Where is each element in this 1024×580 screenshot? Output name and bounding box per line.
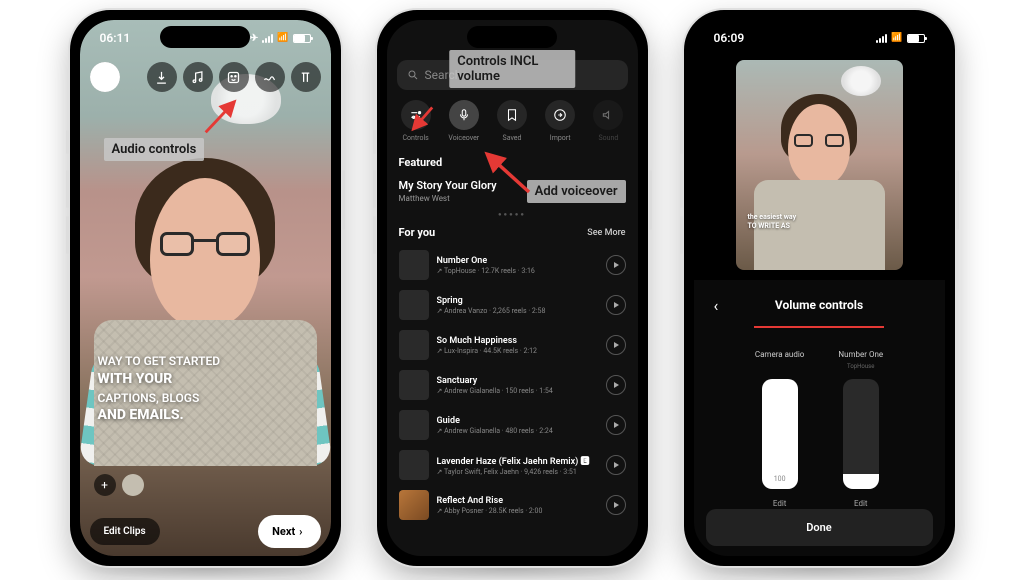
arrow-annotation bbox=[405, 102, 439, 136]
video-overlay-text: WAY TO GET STARTED WITH YOUR CAPTIONS, B… bbox=[98, 353, 291, 426]
slider-camera-audio[interactable]: Camera audio 100 Edit bbox=[755, 350, 805, 508]
play-icon[interactable] bbox=[606, 335, 626, 355]
song-meta: ↗ Taylor Swift, Felix Jaehn · 9,426 reel… bbox=[437, 468, 598, 476]
song-title: Number One bbox=[437, 256, 598, 266]
song-title: So Much Happiness bbox=[437, 336, 598, 346]
done-button[interactable]: Done bbox=[706, 509, 933, 546]
album-cover bbox=[399, 370, 429, 400]
song-meta: ↗ Abby Posner · 28.5K reels · 2:00 bbox=[437, 507, 598, 515]
album-cover bbox=[399, 290, 429, 320]
section-for-you: For you bbox=[399, 226, 436, 239]
song-meta: ↗ Andrea Vanzo · 2,265 reels · 2:58 bbox=[437, 307, 598, 315]
song-title: Guide bbox=[437, 416, 598, 426]
annotation-add-voiceover: Add voiceover bbox=[527, 180, 626, 203]
phone-volume: 06:09 📶 the easiest wayTO WRITE AS ‹ Vol… bbox=[682, 8, 957, 568]
play-icon[interactable] bbox=[606, 415, 626, 435]
song-row[interactable]: Number One↗ TopHouse · 12.7K reels · 3:1… bbox=[387, 245, 638, 285]
see-more-link[interactable]: See More bbox=[587, 228, 625, 238]
song-row[interactable]: Spring↗ Andrea Vanzo · 2,265 reels · 2:5… bbox=[387, 285, 638, 325]
play-icon[interactable] bbox=[606, 295, 626, 315]
text-icon[interactable] bbox=[291, 62, 321, 92]
video-preview: the easiest wayTO WRITE AS bbox=[736, 60, 903, 270]
section-featured: Featured bbox=[399, 156, 443, 169]
sticker-icon[interactable] bbox=[219, 62, 249, 92]
edit-clips-button[interactable]: Edit Clips bbox=[90, 518, 160, 545]
song-row[interactable]: Guide↗ Andrew Gialanella · 480 reels · 2… bbox=[387, 405, 638, 445]
search-icon bbox=[407, 69, 419, 81]
song-row[interactable]: So Much Happiness↗ Lux-Inspira · 44.5K r… bbox=[387, 325, 638, 365]
status-time: 06:11 bbox=[100, 31, 131, 45]
song-title: Lavender Haze (Felix Jaehn Remix) 🅴 bbox=[437, 454, 598, 467]
tab-saved[interactable]: Saved bbox=[489, 100, 535, 142]
effects-icon[interactable] bbox=[90, 62, 120, 92]
draw-icon[interactable] bbox=[255, 62, 285, 92]
song-meta: ↗ Andrew Gialanella · 150 reels · 1:54 bbox=[437, 387, 598, 395]
status-icons: 📶 bbox=[876, 33, 924, 43]
album-cover bbox=[399, 410, 429, 440]
annotation-underline bbox=[754, 326, 884, 328]
album-cover bbox=[399, 490, 429, 520]
song-meta: ↗ Andrew Gialanella · 480 reels · 2:24 bbox=[437, 427, 598, 435]
status-icons: ✈︎ 📶 bbox=[250, 33, 311, 44]
slider-music-track[interactable]: Number One TopHouse Edit bbox=[838, 350, 883, 508]
next-button[interactable]: Next› bbox=[258, 515, 320, 548]
album-cover bbox=[399, 250, 429, 280]
phone-music: Controls INCL volume Search music Contro… bbox=[375, 8, 650, 568]
song-meta: ↗ Lux-Inspira · 44.5K reels · 2:12 bbox=[437, 347, 598, 355]
back-button[interactable]: ‹ bbox=[714, 296, 719, 315]
song-title: Spring bbox=[437, 296, 598, 306]
album-cover bbox=[399, 450, 429, 480]
song-meta: ↗ TopHouse · 12.7K reels · 3:16 bbox=[437, 267, 598, 275]
annotation-controls-volume: Controls INCL volume bbox=[449, 50, 575, 88]
arrow-annotation bbox=[198, 92, 246, 140]
tab-import[interactable]: Import bbox=[537, 100, 583, 142]
add-clip-button[interactable]: + bbox=[94, 474, 116, 496]
download-icon[interactable] bbox=[147, 62, 177, 92]
volume-title: Volume controls bbox=[775, 298, 863, 312]
tab-sound[interactable]: Sound bbox=[585, 100, 631, 142]
song-row[interactable]: Lavender Haze (Felix Jaehn Remix) 🅴↗ Tay… bbox=[387, 445, 638, 485]
music-icon[interactable] bbox=[183, 62, 213, 92]
play-icon[interactable] bbox=[606, 495, 626, 515]
song-row[interactable]: Sanctuary↗ Andrew Gialanella · 150 reels… bbox=[387, 365, 638, 405]
phone-editor: 06:11 ✈︎ 📶 Audio controls WAY TO GET STA… bbox=[68, 8, 343, 568]
play-icon[interactable] bbox=[606, 455, 626, 475]
edit-link[interactable]: Edit bbox=[854, 499, 868, 508]
play-icon[interactable] bbox=[606, 375, 626, 395]
album-cover bbox=[399, 330, 429, 360]
pagination-dots: ●●●●● bbox=[387, 209, 638, 220]
annotation-audio-controls: Audio controls bbox=[104, 138, 205, 161]
song-title: Sanctuary bbox=[437, 376, 598, 386]
clip-thumbnail[interactable] bbox=[122, 474, 144, 496]
status-time: 06:09 bbox=[714, 31, 745, 45]
play-icon[interactable] bbox=[606, 255, 626, 275]
song-row[interactable]: Reflect And Rise↗ Abby Posner · 28.5K re… bbox=[387, 485, 638, 525]
arrow-annotation bbox=[477, 148, 537, 198]
tab-voiceover[interactable]: Voiceover bbox=[441, 100, 487, 142]
edit-link[interactable]: Edit bbox=[773, 499, 787, 508]
song-title: Reflect And Rise bbox=[437, 496, 598, 506]
